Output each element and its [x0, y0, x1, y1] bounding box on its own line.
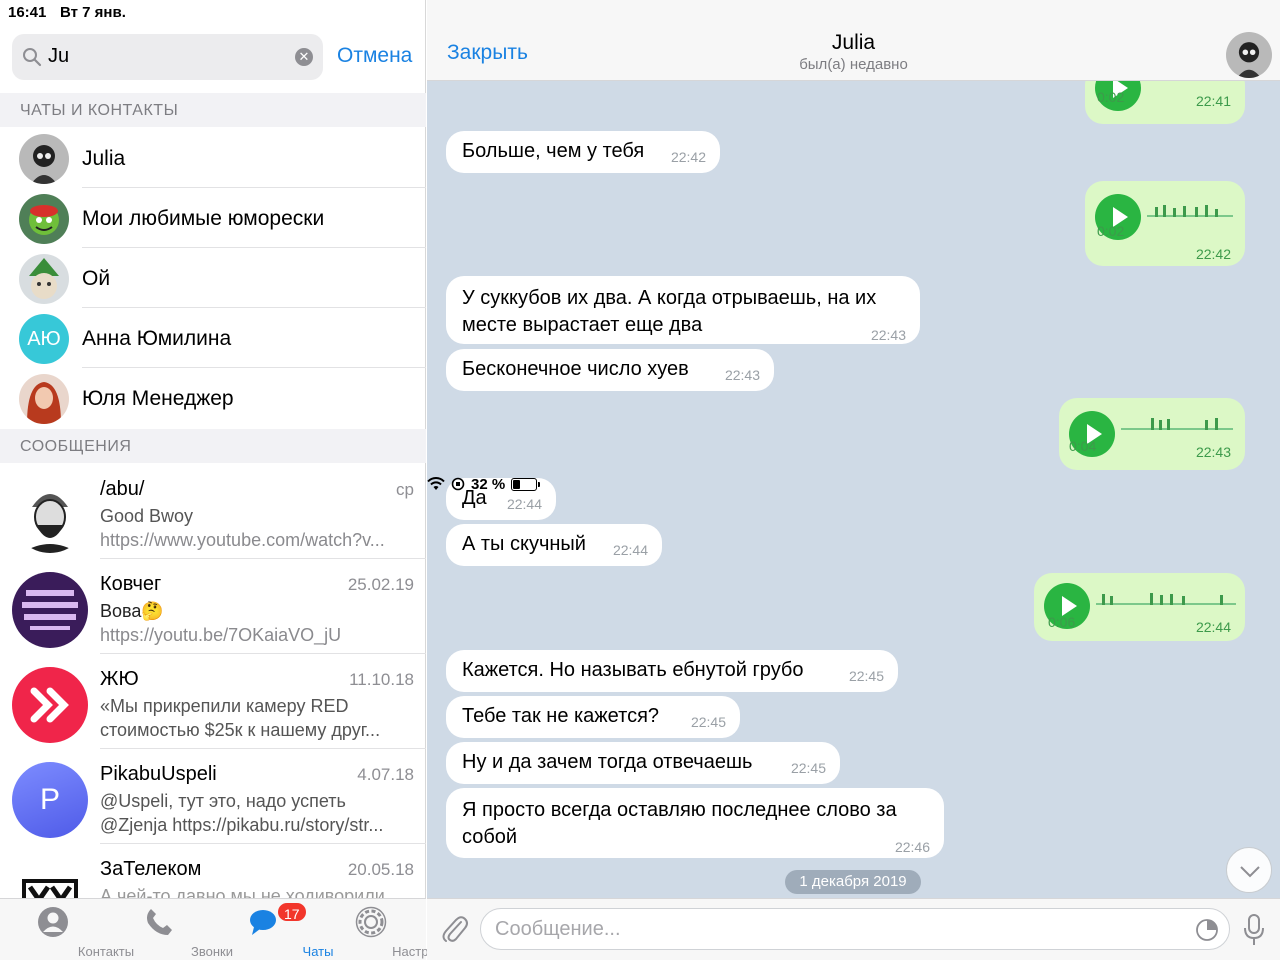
search-bar[interactable]: Ju ✕ — [12, 34, 323, 80]
battery-percent: 32 % — [471, 475, 506, 493]
message-title: ЗаТелеком — [100, 858, 202, 880]
tab-chats[interactable]: 17 Чаты — [212, 899, 333, 960]
message-date: 11.10.18 — [349, 670, 414, 689]
message-snippet: «Мы прикрепили камеру RED — [100, 696, 349, 716]
message-snippet: Вова🤔 — [100, 601, 164, 621]
message-date: 25.02.19 — [347, 575, 414, 594]
message-title: Ковчег — [100, 573, 162, 595]
wifi-icon — [427, 477, 445, 490]
tab-bar: Контакты Звонки 17 Чаты Настройки — [0, 898, 456, 960]
section-header-chats-contacts: ЧАТЫ И КОНТАКТЫ — [0, 93, 426, 127]
message-snippet: Good Bwoy — [100, 506, 194, 526]
contact-name: Ой — [82, 267, 111, 290]
tab-contacts[interactable]: Контакты — [0, 899, 134, 960]
message-title: ЖЮ — [100, 668, 139, 690]
avatar-initials: АЮ — [27, 328, 61, 350]
message-title: PikabuUspeli — [100, 763, 217, 785]
status-indicators: 32 % — [427, 4, 1280, 960]
message-date: ср — [396, 480, 414, 499]
tab-settings[interactable]: Настройки — [318, 899, 456, 960]
message-result-zhyu[interactable]: ЖЮ 11.10.18 «Мы прикрепили камеру RED ст… — [0, 654, 426, 749]
clear-search-icon[interactable]: ✕ — [295, 48, 313, 66]
contact-name: Julia — [82, 147, 126, 170]
avatar: АЮ — [19, 314, 69, 364]
phone-icon — [147, 909, 172, 935]
message-snippet-cont: стоимостью $25к к нашему друг... — [100, 720, 381, 740]
contact-item-yulia-manager[interactable]: Юля Менеджер — [0, 368, 426, 428]
chat-list-pane: Ju ✕ Отмена ЧАТЫ И КОНТАКТЫ Julia Мои лю… — [0, 0, 456, 960]
avatar — [19, 374, 69, 424]
avatar: P — [12, 762, 88, 838]
unread-badge: 17 — [276, 901, 308, 923]
contact-name: Анна Юмилина — [82, 327, 232, 350]
message-snippet-link: https://www.youtube.com/watch?v... — [100, 530, 385, 550]
gear-icon — [355, 906, 387, 938]
status-date: Вт 7 янв. — [60, 4, 126, 21]
tab-calls[interactable]: Звонки — [106, 899, 233, 960]
avatar — [19, 254, 69, 304]
cancel-button[interactable]: Отмена — [337, 44, 412, 68]
message-snippet-link: https://youtu.be/7OKaiaVO_jU — [100, 625, 342, 645]
search-icon — [23, 48, 42, 67]
message-result-abu[interactable]: /abu/ ср Good Bwoy https://www.youtube.c… — [0, 464, 426, 559]
avatar-initials: P — [39, 783, 60, 816]
contact-name: Юля Менеджер — [82, 387, 234, 410]
battery-icon — [511, 477, 541, 491]
contact-item-julia[interactable]: Julia — [0, 128, 426, 188]
search-input[interactable]: Ju — [48, 45, 69, 68]
contact-item-oi[interactable]: Ой — [0, 248, 426, 308]
avatar — [19, 194, 69, 244]
message-date: 4.07.18 — [357, 765, 414, 784]
status-time: 16:41 — [8, 4, 47, 21]
person-icon — [38, 907, 68, 937]
contact-item-anna[interactable]: АЮ Анна Юмилина — [0, 308, 426, 368]
avatar — [12, 667, 88, 743]
message-result-kovcheg[interactable]: Ковчег 25.02.19 Вова🤔 https://youtu.be/7… — [0, 559, 426, 654]
message-result-pikabuuspeli[interactable]: P PikabuUspeli 4.07.18 @Uspeli, тут это,… — [0, 749, 426, 844]
status-bar: 16:41 Вт 7 янв. 32 % — [0, 0, 1280, 493]
message-date: 20.05.18 — [347, 860, 414, 879]
section-header-messages: СООБЩЕНИЯ — [0, 429, 426, 463]
message-snippet-cont: @Zjenja https://pikabu.ru/story/str... — [100, 815, 384, 835]
avatar — [12, 572, 88, 648]
contact-name: Мои любимые юморески — [82, 207, 325, 230]
message-title: /abu/ — [100, 478, 145, 500]
contact-item-humoresques[interactable]: Мои любимые юморески — [0, 188, 426, 248]
avatar — [19, 134, 69, 184]
message-snippet: А чей-то давно мы не ходиворили — [100, 886, 385, 898]
orientation-lock-icon — [451, 477, 465, 491]
message-snippet: @Uspeli, тут это, надо успеть — [100, 791, 346, 811]
avatar — [12, 857, 88, 898]
message-result-zatelecom[interactable]: ЗаТелеком 20.05.18 А чей-то давно мы не … — [0, 844, 426, 898]
avatar — [12, 477, 88, 553]
